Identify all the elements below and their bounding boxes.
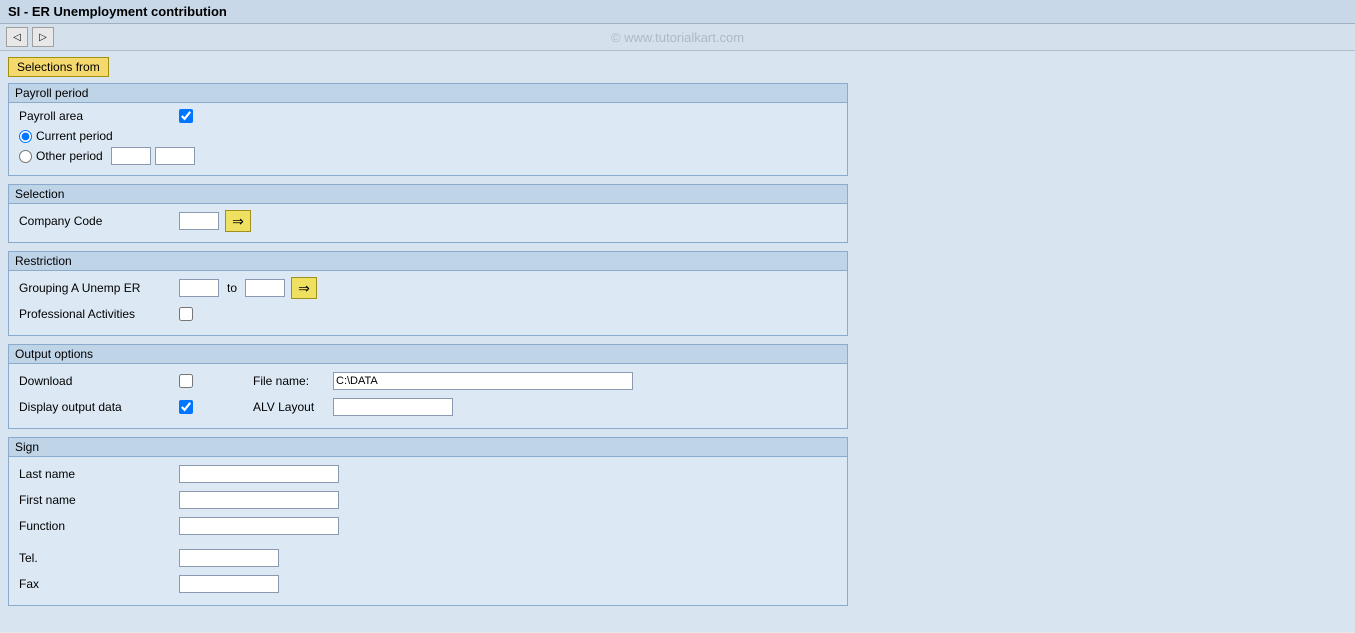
app-title: SI - ER Unemployment contribution [8,4,227,19]
last-name-row: Last name [19,463,837,485]
fax-input[interactable] [179,575,279,593]
display-output-row: Display output data ALV Layout [19,396,837,418]
function-label: Function [19,519,179,533]
display-output-checkbox[interactable] [179,400,193,414]
other-period-row: Other period [19,147,837,165]
display-output-label: Display output data [19,400,179,414]
grouping-input-to[interactable] [245,279,285,297]
download-checkbox[interactable] [179,374,193,388]
output-options-section: Output options Download File name: Displ… [8,344,848,429]
back-button[interactable]: ◁ [6,27,28,47]
alv-layout-label: ALV Layout [253,400,333,414]
toolbar: ◁ ▷ © www.tutorialkart.com [0,24,1355,51]
professional-label: Professional Activities [19,307,179,321]
alv-layout-input[interactable] [333,398,453,416]
download-row: Download File name: [19,370,837,392]
other-period-radio[interactable] [19,150,32,163]
other-period-input2[interactable] [155,147,195,165]
first-name-label: First name [19,493,179,507]
tel-label: Tel. [19,551,179,565]
tel-input[interactable] [179,549,279,567]
company-code-arrow-btn[interactable]: ⇒ [225,210,251,232]
title-bar: SI - ER Unemployment contribution [0,0,1355,24]
grouping-arrow-btn[interactable]: ⇒ [291,277,317,299]
function-input[interactable] [179,517,339,535]
payroll-area-row: Payroll area [19,109,837,123]
function-row: Function [19,515,837,537]
professional-checkbox[interactable] [179,307,193,321]
to-label: to [227,281,237,295]
payroll-period-section: Payroll period Payroll area Current peri… [8,83,848,176]
selections-from-button[interactable]: Selections from [8,57,109,77]
sign-header: Sign [9,438,847,457]
fax-row: Fax [19,573,837,595]
download-label: Download [19,374,179,388]
last-name-label: Last name [19,467,179,481]
restriction-section: Restriction Grouping A Unemp ER to ⇒ Pro… [8,251,848,336]
restriction-header: Restriction [9,252,847,271]
company-code-input[interactable] [179,212,219,230]
payroll-area-label: Payroll area [19,109,179,123]
other-period-input1[interactable] [111,147,151,165]
output-options-header: Output options [9,345,847,364]
grouping-input-from[interactable] [179,279,219,297]
selection-section: Selection Company Code ⇒ [8,184,848,243]
payroll-period-header: Payroll period [9,84,847,103]
fax-label: Fax [19,577,179,591]
last-name-input[interactable] [179,465,339,483]
sign-section: Sign Last name First name Function Tel. … [8,437,848,606]
selection-header: Selection [9,185,847,204]
company-code-row: Company Code ⇒ [19,210,837,232]
current-period-row: Current period [19,129,837,143]
grouping-row: Grouping A Unemp ER to ⇒ [19,277,837,299]
file-name-label: File name: [253,374,333,388]
other-period-label: Other period [36,149,103,163]
file-name-input[interactable] [333,372,633,390]
first-name-input[interactable] [179,491,339,509]
current-period-radio[interactable] [19,130,32,143]
main-content: Selections from Payroll period Payroll a… [0,51,1355,632]
payroll-area-checkbox[interactable] [179,109,193,123]
current-period-label: Current period [36,129,113,143]
company-code-label: Company Code [19,214,179,228]
grouping-label: Grouping A Unemp ER [19,281,179,295]
watermark: © www.tutorialkart.com [611,30,744,45]
professional-activities-row: Professional Activities [19,303,837,325]
first-name-row: First name [19,489,837,511]
forward-button[interactable]: ▷ [32,27,54,47]
tel-row: Tel. [19,547,837,569]
